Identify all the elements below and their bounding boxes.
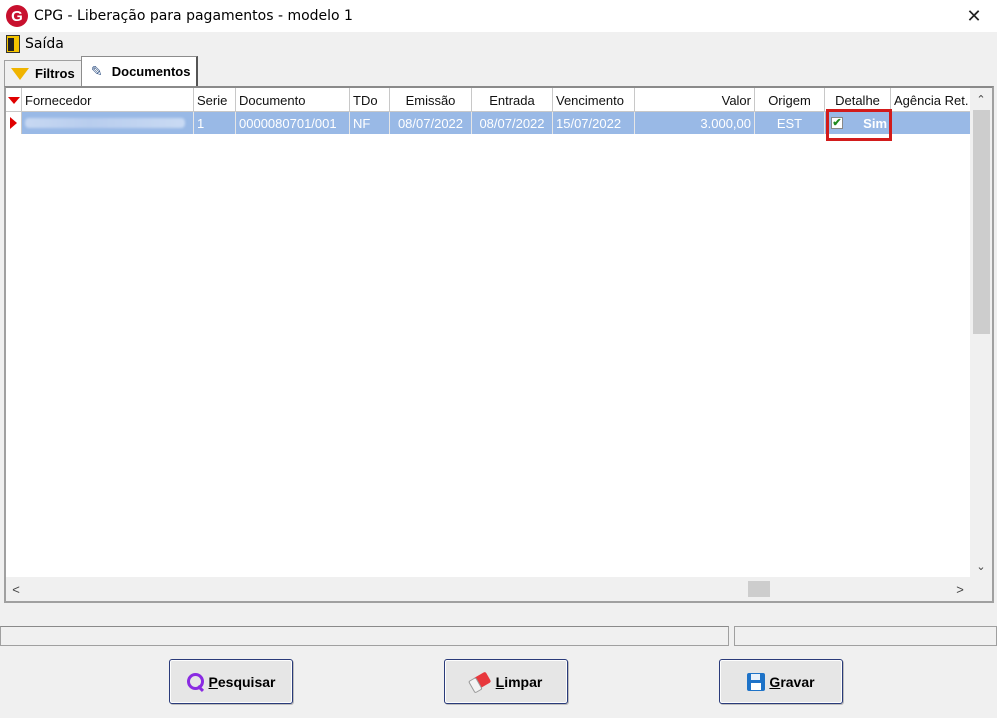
clear-button-label: Limpar <box>495 673 543 690</box>
cell-tdo[interactable]: NF <box>350 112 390 134</box>
redacted-supplier-name <box>25 118 185 128</box>
tab-documentos[interactable]: ✎ Documentos <box>80 56 199 86</box>
row-indicator <box>6 112 22 134</box>
scroll-up-icon[interactable]: ⌃ <box>970 90 992 108</box>
title-bar: G CPG - Liberação para pagamentos - mode… <box>0 0 997 32</box>
column-header-tdo[interactable]: TDo <box>350 88 390 112</box>
save-button-label: Gravar <box>769 673 815 690</box>
menu-item-label: Saída <box>25 36 64 52</box>
status-panel-secondary <box>734 626 997 646</box>
sort-down-icon <box>7 96 20 104</box>
scrollbar-corner <box>970 577 992 601</box>
search-icon <box>186 672 205 691</box>
filter-icon <box>11 67 29 80</box>
horizontal-scroll-thumb[interactable] <box>748 581 770 597</box>
cell-documento[interactable]: 0000080701/001 <box>236 112 350 134</box>
save-icon <box>747 672 766 691</box>
search-button[interactable]: Pesquisar <box>169 659 293 704</box>
scroll-right-icon[interactable]: > <box>950 577 970 601</box>
app-logo-icon: G <box>6 5 28 27</box>
close-icon: ✕ <box>966 5 982 26</box>
exit-door-icon <box>6 35 20 53</box>
vertical-scroll-thumb[interactable] <box>973 110 990 334</box>
clear-button[interactable]: Limpar <box>444 659 568 704</box>
cell-origem[interactable]: EST <box>755 112 825 134</box>
column-header-serie[interactable]: Serie <box>194 88 236 112</box>
search-button-label: Pesquisar <box>208 673 276 690</box>
current-row-arrow-icon <box>10 117 17 129</box>
cell-vencimento[interactable]: 15/07/2022 <box>553 112 635 134</box>
scroll-left-icon[interactable]: < <box>6 577 26 601</box>
column-header-entrada[interactable]: Entrada <box>472 88 553 112</box>
tab-label: Filtros <box>35 66 75 81</box>
column-header-fornecedor[interactable]: Fornecedor <box>22 88 194 112</box>
cell-emissao[interactable]: 08/07/2022 <box>390 112 472 134</box>
vertical-scrollbar[interactable]: ⌃ ⌄ <box>970 88 992 577</box>
column-header-valor[interactable]: Valor <box>635 88 755 112</box>
close-button[interactable]: ✕ <box>951 0 997 32</box>
column-header-emissao[interactable]: Emissão <box>390 88 472 112</box>
column-header-origem[interactable]: Origem <box>755 88 825 112</box>
column-header-documento[interactable]: Documento <box>236 88 350 112</box>
cell-entrada[interactable]: 08/07/2022 <box>472 112 553 134</box>
detalhe-highlight-box <box>826 109 892 141</box>
save-button[interactable]: Gravar <box>719 659 843 704</box>
window-title: CPG - Liberação para pagamentos - modelo… <box>34 8 353 24</box>
cell-agencia-ret[interactable] <box>891 112 970 134</box>
tab-strip: Filtros ✎ Documentos <box>4 56 199 86</box>
tab-label: Documentos <box>111 64 191 79</box>
horizontal-scrollbar[interactable]: < > <box>6 577 970 601</box>
cell-valor[interactable]: 3.000,00 <box>635 112 755 134</box>
column-header-agencia-ret[interactable]: Agência Ret. <box>891 88 970 112</box>
cell-fornecedor[interactable] <box>22 112 194 134</box>
documents-grid[interactable]: Fornecedor Serie Documento TDo Emissão E… <box>6 88 970 577</box>
cell-serie[interactable]: 1 <box>194 112 236 134</box>
document-pencil-icon: ✎ <box>90 63 103 79</box>
documents-panel: Fornecedor Serie Documento TDo Emissão E… <box>4 86 994 603</box>
menu-item-saida[interactable]: Saída <box>4 33 66 55</box>
status-panel-main <box>0 626 729 646</box>
eraser-icon <box>468 670 494 693</box>
scroll-down-icon[interactable]: ⌄ <box>970 557 992 575</box>
column-header-vencimento[interactable]: Vencimento <box>553 88 635 112</box>
menu-bar: Saída <box>0 32 997 56</box>
tab-filtros[interactable]: Filtros <box>4 60 82 86</box>
row-indicator-header[interactable] <box>6 88 22 112</box>
